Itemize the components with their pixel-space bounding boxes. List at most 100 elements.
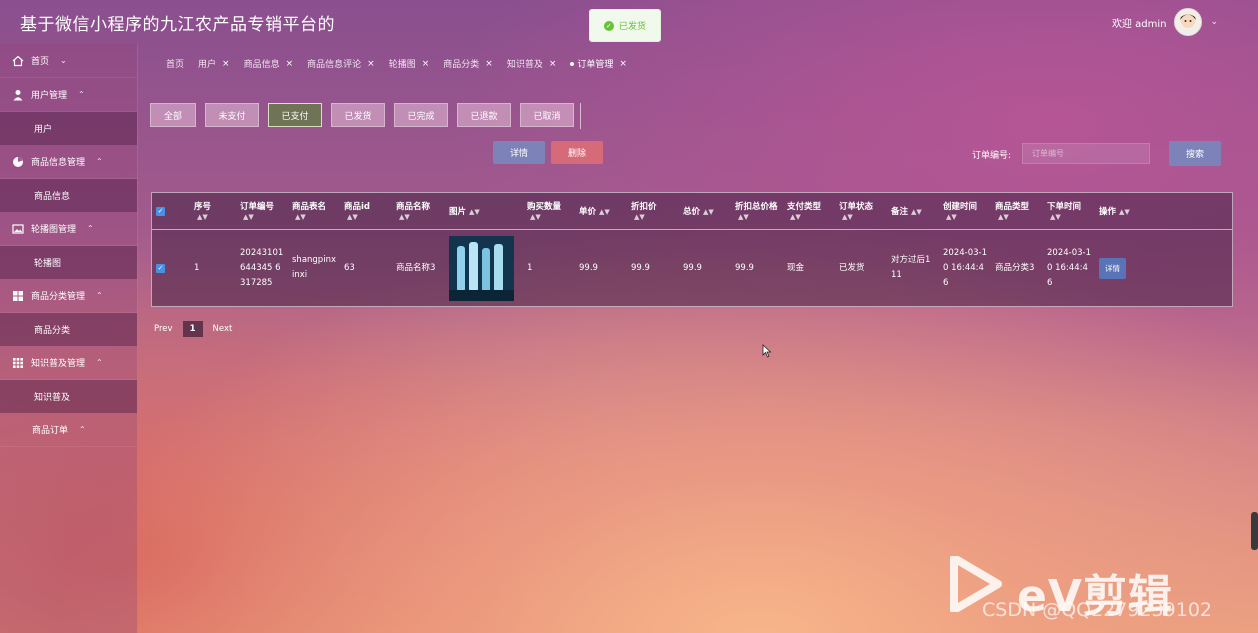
next-page-button[interactable]: Next [213, 324, 233, 334]
tab-label: 首页 [166, 60, 185, 70]
active-dot [570, 61, 575, 66]
column-header[interactable]: 创建时间 ▲▼ [939, 193, 991, 230]
tab-knowledge[interactable]: 知识普及 × [506, 57, 557, 71]
column-header[interactable]: 序号 ▲▼ [190, 193, 236, 230]
sidebar-item-carousel-manage[interactable]: 轮播图管理 ⌃ [0, 212, 137, 246]
column-header[interactable]: 单价 ▲▼ [575, 193, 627, 230]
chevron-up-icon: ⌃ [87, 224, 94, 233]
home-icon [12, 55, 24, 66]
row-detail-button[interactable]: 详情 [1099, 257, 1126, 279]
tab-label: 用户 [198, 60, 217, 70]
sidebar-subitem-user[interactable]: 用户 [0, 112, 137, 145]
sidebar-subitem-category[interactable]: 商品分类 [0, 313, 137, 346]
chevron-up-icon: ⌃ [96, 358, 103, 367]
tab-label: 知识普及 [506, 60, 543, 70]
column-header[interactable]: 总价 ▲▼ [679, 193, 731, 230]
tab-home[interactable]: 首页 [166, 57, 184, 70]
filter-shipped-button[interactable]: 已发货 [331, 103, 385, 127]
prev-page-button[interactable]: Prev [154, 324, 173, 334]
detail-button[interactable]: 详情 [493, 141, 545, 164]
column-header[interactable]: 操作 ▲▼ [1095, 193, 1232, 230]
sort-icon: ▲▼ [738, 213, 749, 221]
select-all-checkbox[interactable]: ✓ [152, 193, 190, 230]
tab-label: 商品分类 [443, 60, 480, 70]
cell-quantity: 1 [527, 262, 533, 273]
tab-product-review[interactable]: 商品信息评论 × [307, 57, 375, 71]
row-checkbox[interactable]: ✓ [152, 230, 190, 307]
sort-icon: ▲▼ [530, 213, 541, 221]
cell-table-name: shangpinxinxi [292, 255, 336, 280]
close-icon[interactable]: × [367, 59, 375, 69]
sidebar-item-knowledge-manage[interactable]: 知识普及管理 ⌃ [0, 346, 137, 380]
tab-product[interactable]: 商品信息 × [244, 57, 294, 71]
delete-button[interactable]: 删除 [551, 141, 603, 164]
sidebar-item-label: 首页 [31, 57, 50, 67]
page-number[interactable]: 1 [182, 321, 203, 337]
tab-user[interactable]: 用户 × [198, 57, 230, 71]
close-icon[interactable]: × [422, 59, 430, 69]
column-header[interactable]: 商品id ▲▼ [340, 193, 392, 230]
search-button[interactable]: 搜索 [1169, 141, 1221, 166]
table-header-row: ✓ 序号 ▲▼ 订单编号 ▲▼ 商品表名 ▲▼ 商品id ▲▼ 商品名称 ▲▼ 图片 ▲▼ … [152, 193, 1232, 230]
sort-icon: ▲▼ [842, 213, 853, 221]
column-header[interactable]: 购买数量 ▲▼ [523, 193, 575, 230]
column-header[interactable]: 订单状态 ▲▼ [835, 193, 887, 230]
column-header[interactable]: 折扣总价格▲▼ [731, 193, 783, 230]
sidebar-subitem-knowledge[interactable]: 知识普及 [0, 380, 137, 413]
status-filter-group: 全部 未支付 已支付 已发货 已完成 已退款 已取消 [150, 103, 581, 129]
column-header[interactable]: 支付类型 ▲▼ [783, 193, 835, 230]
tab-orders[interactable]: 订单管理 × [570, 57, 627, 70]
sidebar-subitem-carousel[interactable]: 轮播图 [0, 246, 137, 279]
app-title: 基于微信小程序的九江农产品专销平台的 [20, 15, 335, 35]
filter-cancelled-button[interactable]: 已取消 [520, 103, 574, 127]
filter-refunded-button[interactable]: 已退款 [457, 103, 511, 127]
mouse-cursor-icon [762, 344, 772, 358]
chevron-up-icon: ⌃ [79, 425, 86, 434]
sidebar-item-user-manage[interactable]: 用户管理 ⌃ [0, 78, 137, 112]
column-header[interactable]: 商品表名 ▲▼ [288, 193, 340, 230]
breadcrumb-tabs: 首页 用户 × 商品信息 × 商品信息评论 × 轮播图 × 商品分类 × 知识普及 × 订单… [166, 57, 641, 71]
sidebar-item-product-manage[interactable]: 商品信息管理 ⌃ [0, 145, 137, 179]
close-icon[interactable]: × [222, 59, 230, 69]
tab-label: 轮播图 [388, 60, 416, 70]
sidebar-item-orders[interactable]: 商品订单 ⌃ [0, 413, 137, 447]
pie-icon [13, 156, 23, 167]
filter-unpaid-button[interactable]: 未支付 [205, 103, 259, 127]
sort-icon: ▲▼ [1050, 213, 1061, 221]
sidebar-item-label: 知识普及管理 [31, 359, 86, 369]
chevron-down-icon[interactable]: ⌄ [1210, 17, 1218, 27]
scrollbar-handle[interactable] [1251, 512, 1258, 550]
column-header[interactable]: 图片 ▲▼ [445, 193, 523, 230]
order-number-search-input[interactable] [1022, 143, 1150, 164]
column-header[interactable]: 商品名称 ▲▼ [392, 193, 445, 230]
filter-paid-button[interactable]: 已支付 [268, 103, 322, 127]
close-icon[interactable]: × [485, 59, 493, 69]
search-label: 订单编号: [972, 151, 1012, 161]
sidebar-item-home[interactable]: 首页 ⌄ [0, 44, 137, 78]
tab-category[interactable]: 商品分类 × [443, 57, 493, 71]
sidebar-subitem-product[interactable]: 商品信息 [0, 179, 137, 212]
sort-icon: ▲▼ [347, 213, 358, 221]
sidebar-item-category-manage[interactable]: 商品分类管理 ⌃ [0, 279, 137, 313]
column-header[interactable]: 备注 ▲▼ [887, 193, 939, 230]
close-icon[interactable]: × [619, 59, 627, 69]
avatar[interactable] [1174, 8, 1203, 36]
cell-discount-total: 99.9 [735, 262, 754, 273]
filter-completed-button[interactable]: 已完成 [394, 103, 448, 127]
filter-all-button[interactable]: 全部 [150, 103, 196, 127]
image-icon [12, 223, 24, 234]
close-icon[interactable]: × [549, 59, 557, 69]
column-header[interactable]: 订单编号 ▲▼ [236, 193, 288, 230]
sort-icon: ▲▼ [946, 213, 957, 221]
tab-carousel[interactable]: 轮播图 × [388, 57, 430, 71]
column-header[interactable]: 商品类型 ▲▼ [991, 193, 1043, 230]
sidebar-item-label: 商品分类管理 [31, 292, 86, 302]
user-menu[interactable]: 欢迎 admin ⌄ [1112, 8, 1218, 36]
user-icon [13, 89, 23, 100]
close-icon[interactable]: × [286, 59, 294, 69]
column-header[interactable]: 折扣价 ▲▼ [627, 193, 679, 230]
watermark-csdn: CSDN @QQ2279239102 [982, 599, 1213, 621]
chevron-up-icon: ⌃ [96, 291, 103, 300]
table-row[interactable]: ✓ 1 20243101644345 6317285 shangpinxinxi… [152, 230, 1232, 307]
column-header[interactable]: 下单时间 ▲▼ [1043, 193, 1095, 230]
